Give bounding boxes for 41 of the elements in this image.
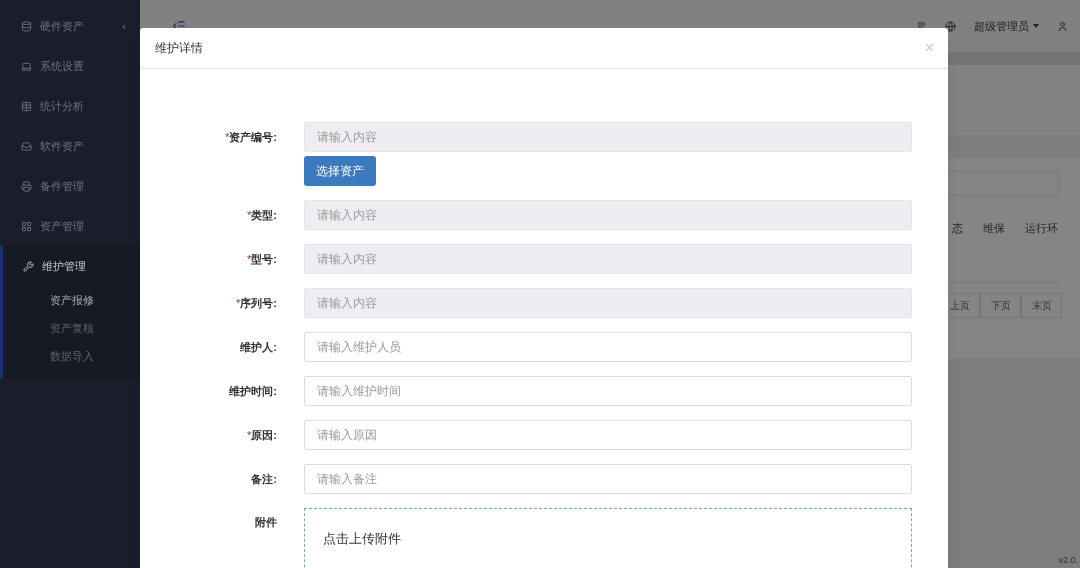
field-label: *原因: (247, 427, 277, 443)
wrench-icon (23, 260, 34, 272)
table-icon (21, 100, 32, 112)
field-label: *资产编号: (225, 129, 277, 145)
submenu-item[interactable]: 资产复核 (3, 314, 140, 342)
printer-icon (21, 180, 32, 192)
page-button[interactable]: 末页 (1021, 293, 1062, 318)
user-icon[interactable] (1057, 20, 1068, 32)
version-label: v2.0. (1058, 553, 1078, 567)
grid-icon (21, 220, 32, 232)
text-field[interactable]: 请输入原因 (304, 420, 912, 450)
laptop-icon (21, 60, 32, 72)
column-header: 维保 (983, 220, 1005, 236)
sidebar-item[interactable]: 维护管理 (3, 246, 140, 286)
sidebar-item[interactable]: 软件资产 (0, 126, 140, 166)
sidebar-item[interactable]: 备件管理 (0, 166, 140, 206)
field-label: 备注: (251, 471, 277, 487)
text-field[interactable]: 请输入备注 (304, 464, 912, 494)
column-header: 运行环 (1025, 220, 1058, 236)
text-field[interactable]: 请输入维护人员 (304, 332, 912, 362)
user-menu[interactable]: 超级管理员 (974, 17, 1039, 35)
inbox-icon (21, 140, 32, 152)
globe-icon[interactable] (945, 20, 956, 32)
sidebar-item[interactable]: 系统设置 (0, 46, 140, 86)
sidebar-item[interactable]: 统计分析 (0, 86, 140, 126)
submenu-item[interactable]: 资产报修 (3, 286, 140, 314)
database-icon (21, 20, 32, 32)
sidebar-item[interactable]: 硬件资产 ‹ (0, 6, 140, 46)
field-label: 维护人: (240, 339, 277, 355)
upload-area[interactable]: 点击上传附件 (304, 508, 912, 568)
field-label: 维护时间: (229, 383, 277, 399)
text-field[interactable]: 请输入维护时间 (304, 376, 912, 406)
field-label: *类型: (247, 207, 277, 223)
field-label: 附件 (255, 515, 277, 530)
field-label: *序列号: (236, 295, 277, 311)
page-button[interactable]: 下页 (980, 293, 1021, 318)
collapse-toggle[interactable]: ‹ (122, 17, 140, 35)
sidebar-item[interactable]: 资产管理 (0, 206, 140, 246)
modal-title: 维护详情 (155, 40, 203, 57)
column-header: 态 (952, 220, 963, 236)
field-label: *型号: (247, 251, 277, 267)
